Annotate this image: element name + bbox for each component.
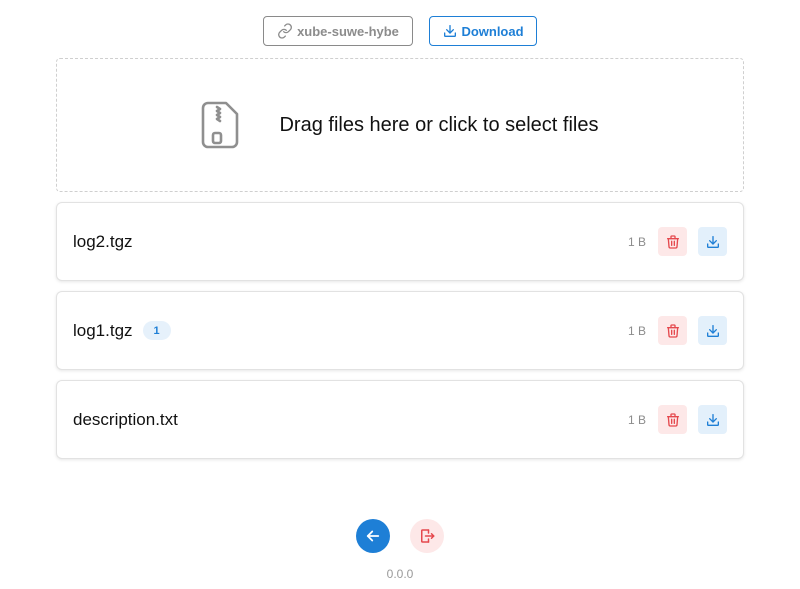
back-button[interactable] bbox=[356, 519, 390, 553]
download-file-button[interactable] bbox=[698, 227, 727, 256]
file-item: description.txt 1 B bbox=[56, 380, 744, 459]
app-version: 0.0.0 bbox=[386, 567, 414, 581]
trash-icon bbox=[665, 234, 681, 250]
file-item: log1.tgz 1 1 B bbox=[56, 291, 744, 370]
file-name: log2.tgz bbox=[73, 231, 133, 251]
trash-icon bbox=[665, 323, 681, 339]
file-size: 1 B bbox=[627, 412, 646, 427]
download-file-button[interactable] bbox=[698, 405, 727, 434]
file-count-badge: 1 bbox=[142, 321, 171, 340]
file-name: log1.tgz bbox=[73, 320, 133, 340]
download-icon bbox=[705, 234, 721, 250]
link-icon bbox=[277, 23, 293, 39]
file-name: description.txt bbox=[73, 409, 178, 429]
download-file-button[interactable] bbox=[698, 316, 727, 345]
download-icon bbox=[705, 323, 721, 339]
delete-file-button[interactable] bbox=[658, 316, 687, 345]
logout-icon bbox=[418, 527, 436, 545]
top-toolbar: xube-suwe-hybe Download bbox=[0, 16, 800, 46]
file-size: 1 B bbox=[627, 323, 646, 338]
file-zip-icon bbox=[201, 101, 239, 149]
dropzone-text: Drag files here or click to select files bbox=[279, 113, 599, 136]
delete-file-button[interactable] bbox=[658, 405, 687, 434]
delete-file-button[interactable] bbox=[658, 227, 687, 256]
download-icon bbox=[705, 412, 721, 428]
download-icon bbox=[442, 23, 458, 39]
file-item: log2.tgz 1 B bbox=[56, 202, 744, 281]
footer-actions bbox=[0, 519, 800, 553]
logout-button[interactable] bbox=[410, 519, 444, 553]
file-size: 1 B bbox=[627, 234, 646, 249]
file-dropzone[interactable]: Drag files here or click to select files bbox=[56, 58, 744, 192]
share-link-label: xube-suwe-hybe bbox=[297, 23, 399, 39]
download-all-label: Download bbox=[461, 23, 524, 39]
arrow-left-icon bbox=[364, 527, 382, 545]
app-page: xube-suwe-hybe Download Drag files here … bbox=[0, 0, 800, 589]
trash-icon bbox=[665, 412, 681, 428]
share-link-button[interactable]: xube-suwe-hybe bbox=[263, 16, 413, 46]
download-all-button[interactable]: Download bbox=[429, 16, 537, 46]
